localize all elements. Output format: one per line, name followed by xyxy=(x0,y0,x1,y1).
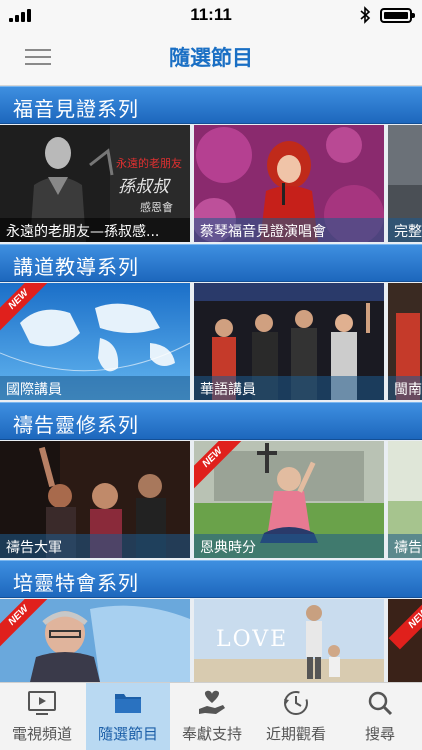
program-card[interactable]: 蔡琴福音見證演唱會 xyxy=(194,125,384,242)
card-row: 禱告大軍 NEW 恩典時分 禱告 xyxy=(0,441,422,558)
card-caption: 國際講員 xyxy=(0,376,190,400)
program-list[interactable]: 福音見證系列 永遠的老朋友 孫叔叔 感恩會 永遠的老朋友—孫叔感... 蔡琴福音… xyxy=(0,86,422,682)
program-card[interactable]: NEW 恩典時分 xyxy=(194,441,384,558)
card-caption-label: 永遠的老朋友—孫叔感... xyxy=(6,224,160,240)
section-header: 禱告靈修系列 xyxy=(0,402,422,440)
tab-search[interactable]: 搜尋 xyxy=(338,683,422,750)
section-header: 講道教導系列 xyxy=(0,244,422,282)
program-card[interactable]: NEW xyxy=(388,599,422,682)
card-caption: 禱告 xyxy=(388,534,422,558)
program-card[interactable]: LOVE xyxy=(194,599,384,682)
card-row: 永遠的老朋友 孫叔叔 感恩會 永遠的老朋友—孫叔感... 蔡琴福音見證演唱會 完… xyxy=(0,125,422,242)
card-caption-label: 禱告 xyxy=(394,540,422,556)
nav-bar: 隨選節目 xyxy=(0,30,422,86)
tab-tv-channel[interactable]: 電視頻道 xyxy=(0,683,84,750)
overlay-love-text: LOVE xyxy=(216,627,289,652)
card-caption: 蔡琴福音見證演唱會 xyxy=(194,218,384,242)
card-caption: 華語講員 xyxy=(194,376,384,400)
tab-donate[interactable]: 奉獻支持 xyxy=(170,683,254,750)
program-card[interactable]: 完整 xyxy=(388,125,422,242)
card-caption-label: 閩南 xyxy=(394,382,422,398)
section-revival-meetings: 培靈特會系列 NEW LOVE NEW xyxy=(0,560,422,682)
card-caption: 完整 xyxy=(388,218,422,242)
section-preaching-teaching: 講道教導系列 NEW 國際講員 華語講員 閩南 xyxy=(0,244,422,402)
card-caption-label: 華語講員 xyxy=(200,382,256,398)
card-caption-label: 蔡琴福音見證演唱會 xyxy=(200,224,326,240)
overlay-signature: 孫叔叔 xyxy=(118,177,169,197)
section-title: 福音見證系列 xyxy=(13,97,139,121)
tab-on-demand[interactable]: 隨選節目 xyxy=(86,683,170,750)
program-card[interactable]: 禱告大軍 xyxy=(0,441,190,558)
heart-hand-icon xyxy=(199,690,225,714)
tab-label: 奉獻支持 xyxy=(181,725,242,743)
tv-icon xyxy=(28,691,56,715)
overlay-subtitle: 感恩會 xyxy=(140,201,173,214)
tab-label: 近期觀看 xyxy=(265,725,326,743)
section-prayer-devotion: 禱告靈修系列 禱告大軍 NEW 恩典時分 禱告 xyxy=(0,402,422,560)
card-caption-label: 完整 xyxy=(394,224,422,240)
section-gospel-testimony: 福音見證系列 永遠的老朋友 孫叔叔 感恩會 永遠的老朋友—孫叔感... 蔡琴福音… xyxy=(0,86,422,244)
section-title: 培靈特會系列 xyxy=(13,571,139,595)
history-icon xyxy=(284,691,308,715)
tab-bar: 電視頻道 隨選節目 奉獻支持 近期觀看 搜尋 xyxy=(0,682,422,750)
section-header: 培靈特會系列 xyxy=(0,560,422,598)
card-caption-label: 禱告大軍 xyxy=(6,540,62,556)
battery-icon xyxy=(380,8,415,23)
search-icon xyxy=(368,691,393,716)
program-card[interactable]: NEW 國際講員 xyxy=(0,283,190,400)
program-card[interactable]: 永遠的老朋友 孫叔叔 感恩會 永遠的老朋友—孫叔感... xyxy=(0,125,190,242)
card-row: NEW 國際講員 華語講員 閩南 xyxy=(0,283,422,400)
page-title: 隨選節目 xyxy=(169,46,253,70)
card-caption: 閩南 xyxy=(388,376,422,400)
card-caption: 永遠的老朋友—孫叔感... xyxy=(0,218,190,242)
card-caption: 恩典時分 xyxy=(194,534,384,558)
section-header: 福音見證系列 xyxy=(0,86,422,124)
status-bar: 11:11 xyxy=(0,0,422,30)
card-caption-label: 恩典時分 xyxy=(200,540,256,556)
card-caption-label: 國際講員 xyxy=(6,382,62,398)
tab-label: 電視頻道 xyxy=(11,725,72,743)
program-card[interactable]: 華語講員 xyxy=(194,283,384,400)
overlay-title: 永遠的老朋友 xyxy=(116,157,182,170)
section-title: 禱告靈修系列 xyxy=(13,413,139,437)
program-card[interactable]: NEW xyxy=(0,599,190,682)
folder-icon xyxy=(115,694,141,713)
program-card[interactable]: 禱告 xyxy=(388,441,422,558)
card-row: NEW LOVE NEW xyxy=(0,599,422,682)
tab-label: 隨選節目 xyxy=(97,725,158,743)
tab-recently-watched[interactable]: 近期觀看 xyxy=(254,683,338,750)
section-title: 講道教導系列 xyxy=(13,255,139,279)
bluetooth-icon xyxy=(360,6,371,24)
card-caption: 禱告大軍 xyxy=(0,534,190,558)
program-card[interactable]: 閩南 xyxy=(388,283,422,400)
tab-label: 搜尋 xyxy=(364,725,395,743)
